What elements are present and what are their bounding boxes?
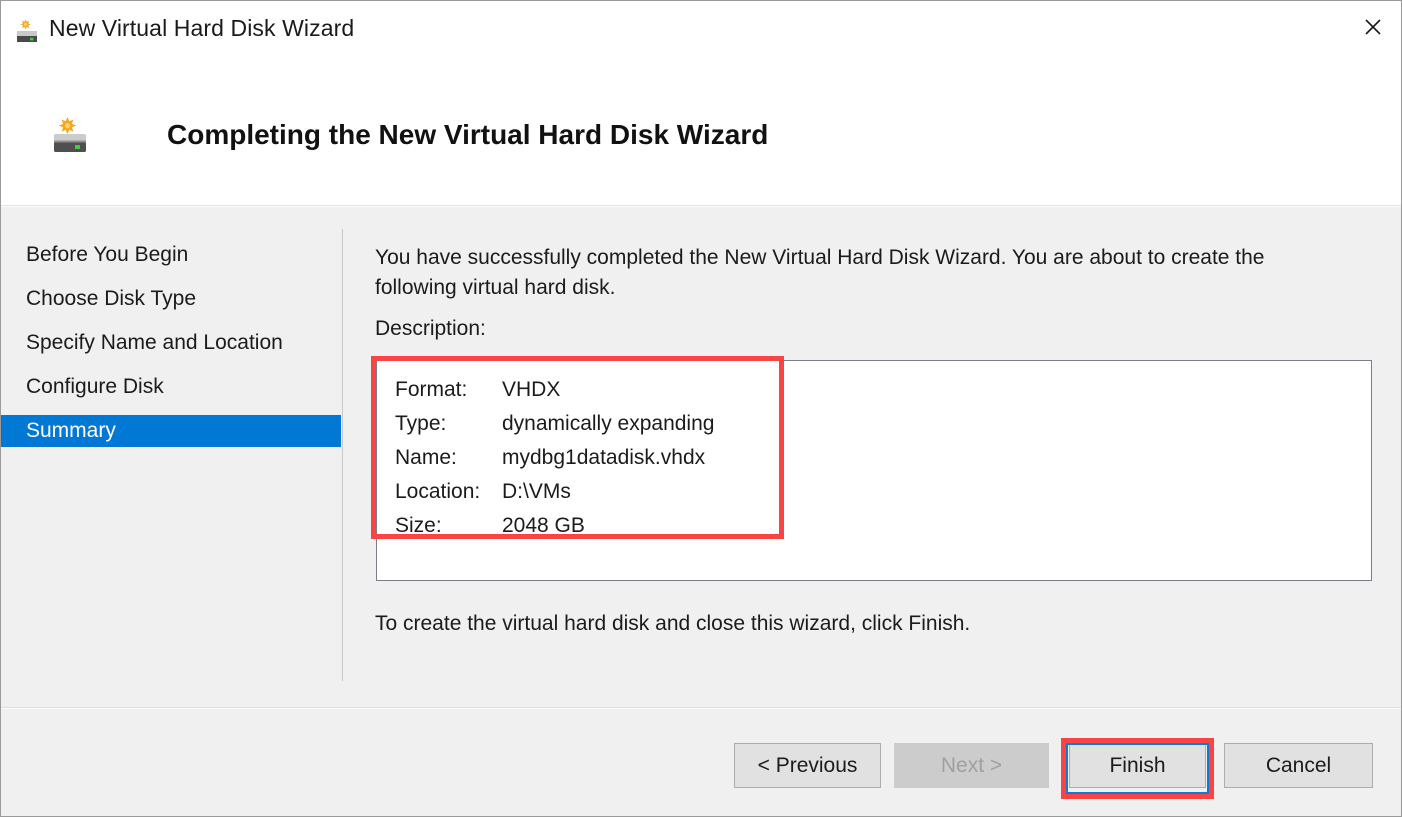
description-key: Format: xyxy=(395,378,502,402)
description-key: Name: xyxy=(395,446,502,470)
description-key: Location: xyxy=(395,480,502,504)
wizard-main-pane: You have successfully completed the New … xyxy=(375,207,1401,707)
wizard-header: Completing the New Virtual Hard Disk Wiz… xyxy=(1,59,1401,206)
description-label: Description: xyxy=(375,317,486,341)
wizard-body: Before You Begin Choose Disk Type Specif… xyxy=(1,207,1401,708)
close-icon[interactable] xyxy=(1345,1,1401,53)
cancel-button[interactable]: Cancel xyxy=(1224,743,1373,788)
sidebar-item-choose-disk-type[interactable]: Choose Disk Type xyxy=(1,283,341,315)
sidebar-item-label: Choose Disk Type xyxy=(26,287,196,311)
description-value: mydbg1datadisk.vhdx xyxy=(502,446,705,470)
new-virtual-hard-disk-wizard-window: New Virtual Hard Disk Wizard Completing … xyxy=(0,0,1402,817)
description-value: D:\VMs xyxy=(502,480,571,504)
finish-hint-text: To create the virtual hard disk and clos… xyxy=(375,612,970,636)
wizard-sidebar: Before You Begin Choose Disk Type Specif… xyxy=(1,207,342,707)
description-panel: Format: VHDX Type: dynamically expanding… xyxy=(376,360,1372,581)
sidebar-item-label: Before You Begin xyxy=(26,243,188,267)
window-title: New Virtual Hard Disk Wizard xyxy=(49,15,354,42)
title-bar: New Virtual Hard Disk Wizard xyxy=(1,1,1401,59)
previous-button[interactable]: < Previous xyxy=(734,743,881,788)
description-key: Type: xyxy=(395,412,502,436)
description-row-location: Location: D:\VMs xyxy=(395,475,714,509)
sidebar-item-summary[interactable]: Summary xyxy=(1,415,341,447)
sidebar-item-specify-name-and-location[interactable]: Specify Name and Location xyxy=(1,327,341,359)
finish-button[interactable]: Finish xyxy=(1069,743,1206,788)
next-button: Next > xyxy=(894,743,1049,788)
sidebar-item-label: Specify Name and Location xyxy=(26,331,283,355)
description-row-size: Size: 2048 GB xyxy=(395,509,714,543)
description-value: VHDX xyxy=(502,378,560,402)
description-value: dynamically expanding xyxy=(502,412,714,436)
virtual-hard-disk-icon xyxy=(48,114,92,158)
description-key: Size: xyxy=(395,514,502,538)
wizard-footer: < Previous Next > Finish Cancel xyxy=(1,709,1401,817)
description-rows: Format: VHDX Type: dynamically expanding… xyxy=(395,373,714,543)
sidebar-item-before-you-begin[interactable]: Before You Begin xyxy=(1,239,341,271)
sidebar-item-label: Summary xyxy=(26,419,116,443)
description-row-name: Name: mydbg1datadisk.vhdx xyxy=(395,441,714,475)
description-row-type: Type: dynamically expanding xyxy=(395,407,714,441)
intro-text: You have successfully completed the New … xyxy=(375,243,1300,303)
description-value: 2048 GB xyxy=(502,514,585,538)
sidebar-item-label: Configure Disk xyxy=(26,375,164,399)
sidebar-item-configure-disk[interactable]: Configure Disk xyxy=(1,371,341,403)
virtual-hard-disk-icon xyxy=(13,17,41,45)
description-row-format: Format: VHDX xyxy=(395,373,714,407)
sidebar-divider xyxy=(342,229,343,681)
page-title: Completing the New Virtual Hard Disk Wiz… xyxy=(167,119,768,151)
